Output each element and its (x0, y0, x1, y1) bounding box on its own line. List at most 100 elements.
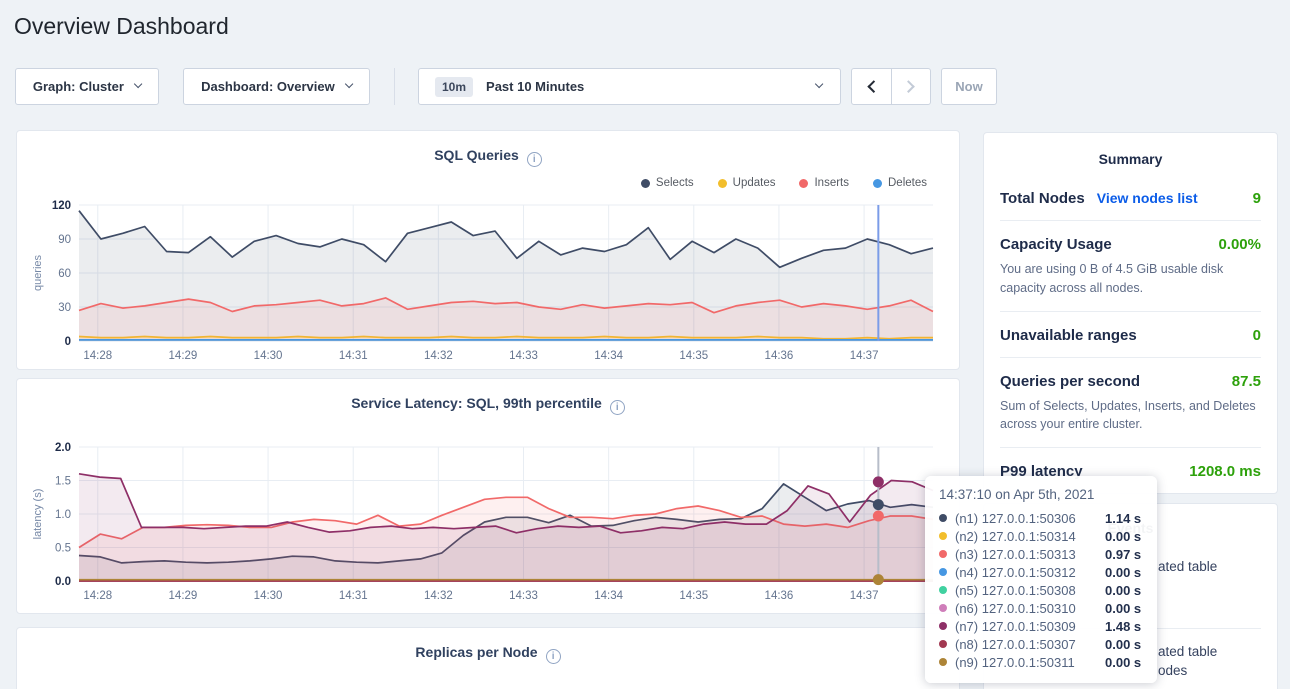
capacity-usage-description: You are using 0 B of 4.5 GiB usable disk… (1000, 260, 1261, 298)
legend-item-updates[interactable]: Updates (718, 177, 776, 189)
dashboard-dropdown[interactable]: Dashboard: Overview (183, 68, 370, 105)
graph-dropdown-label: Graph: Cluster (33, 79, 124, 94)
unavailable-ranges-value: 0 (1253, 327, 1261, 344)
tooltip-row-n8: (n8) 127.0.0.1:503070.00 s (939, 635, 1143, 653)
info-icon[interactable]: i (527, 152, 542, 167)
replicas-per-node-panel: Replicas per Nodei (16, 627, 960, 689)
time-range-dropdown[interactable]: 10m Past 10 Minutes (418, 68, 841, 105)
legend-item-selects[interactable]: Selects (641, 177, 694, 189)
now-button[interactable]: Now (941, 68, 997, 105)
svg-text:14:34: 14:34 (594, 350, 623, 362)
p99-latency-value: 1208.0 ms (1189, 463, 1261, 480)
legend-item-inserts[interactable]: Inserts (799, 177, 849, 189)
svg-text:14:32: 14:32 (424, 350, 453, 362)
svg-text:0: 0 (65, 336, 71, 348)
svg-text:14:31: 14:31 (339, 590, 368, 602)
svg-text:14:37: 14:37 (850, 590, 879, 602)
qps-value: 87.5 (1232, 373, 1261, 390)
svg-text:14:30: 14:30 (254, 590, 283, 602)
service-latency-panel: Service Latency: SQL, 99th percentilei 0… (16, 378, 960, 614)
chart-hover-tooltip: 14:37:10 on Apr 5th, 2021 (n1) 127.0.0.1… (925, 476, 1157, 683)
svg-text:14:29: 14:29 (169, 350, 198, 362)
chevron-down-icon (134, 80, 143, 89)
tooltip-timestamp: 14:37:10 on Apr 5th, 2021 (939, 487, 1143, 502)
svg-text:14:33: 14:33 (509, 350, 538, 362)
now-button-label: Now (955, 79, 982, 94)
toolbar-divider (394, 68, 395, 105)
time-back-button[interactable] (852, 69, 891, 104)
event-row[interactable]: ated table (1158, 559, 1217, 574)
tooltip-row-n1: (n1) 127.0.0.1:503061.14 s (939, 509, 1143, 527)
qps-description: Sum of Selects, Updates, Inserts, and De… (1000, 397, 1261, 435)
svg-text:1.0: 1.0 (55, 509, 71, 521)
page-title: Overview Dashboard (14, 13, 229, 40)
svg-text:1.5: 1.5 (55, 476, 71, 488)
svg-text:14:33: 14:33 (509, 590, 538, 602)
sql-queries-title: SQL Queriesi (17, 131, 959, 167)
node-dot-icon (939, 568, 947, 576)
overview-dashboard-page: Overview Dashboard Graph: Cluster Dashbo… (0, 0, 1290, 689)
time-range-badge: 10m (435, 77, 473, 97)
svg-text:14:28: 14:28 (83, 350, 112, 362)
chevron-left-icon (867, 80, 880, 93)
svg-text:14:36: 14:36 (765, 350, 794, 362)
capacity-usage-label: Capacity Usage (1000, 236, 1112, 253)
summary-title: Summary (1000, 133, 1261, 175)
deletes-dot-icon (873, 179, 882, 188)
graph-dropdown[interactable]: Graph: Cluster (15, 68, 159, 105)
node-dot-icon (939, 622, 947, 630)
node-dot-icon (939, 550, 947, 558)
chevron-right-icon (902, 80, 915, 93)
info-icon[interactable]: i (546, 649, 561, 664)
total-nodes-label: Total Nodes (1000, 190, 1085, 207)
service-latency-chart[interactable]: 0.00.51.01.52.014:2814:2914:3014:3114:32… (17, 433, 959, 612)
tooltip-row-n3: (n3) 127.0.0.1:503130.97 s (939, 545, 1143, 563)
updates-dot-icon (718, 179, 727, 188)
legend-item-deletes[interactable]: Deletes (873, 177, 927, 189)
info-icon[interactable]: i (610, 400, 625, 415)
tooltip-row-n9: (n9) 127.0.0.1:503110.00 s (939, 653, 1143, 671)
replicas-per-node-title: Replicas per Nodei (17, 628, 959, 664)
node-dot-icon (939, 658, 947, 666)
svg-text:14:35: 14:35 (679, 350, 708, 362)
node-dot-icon (939, 532, 947, 540)
svg-text:14:30: 14:30 (254, 350, 283, 362)
svg-text:60: 60 (58, 268, 71, 280)
view-nodes-list-link[interactable]: View nodes list (1097, 190, 1198, 206)
svg-text:14:32: 14:32 (424, 590, 453, 602)
summary-row-unavailable: Unavailable ranges 0 (1000, 312, 1261, 358)
time-forward-button[interactable] (891, 69, 930, 104)
unavailable-ranges-label: Unavailable ranges (1000, 327, 1137, 344)
svg-text:latency (s): latency (s) (32, 489, 44, 540)
event-row[interactable]: ated table (1158, 644, 1217, 659)
sql-queries-chart[interactable]: 030609012014:2814:2914:3014:3114:3214:33… (17, 191, 959, 372)
node-dot-icon (939, 514, 947, 522)
node-dot-icon (939, 604, 947, 612)
summary-row-capacity: Capacity Usage 0.00% You are using 0 B o… (1000, 221, 1261, 312)
svg-text:14:37: 14:37 (850, 350, 879, 362)
tooltip-row-n4: (n4) 127.0.0.1:503120.00 s (939, 563, 1143, 581)
capacity-usage-value: 0.00% (1218, 236, 1261, 253)
time-range-label: Past 10 Minutes (486, 79, 584, 94)
svg-text:14:35: 14:35 (679, 590, 708, 602)
svg-text:14:29: 14:29 (169, 590, 198, 602)
svg-text:14:34: 14:34 (594, 590, 623, 602)
qps-label: Queries per second (1000, 373, 1140, 390)
tooltip-row-n7: (n7) 127.0.0.1:503091.48 s (939, 617, 1143, 635)
chevron-down-icon (815, 80, 824, 89)
sql-queries-panel: SQL Queriesi Selects Updates Inserts Del… (16, 130, 960, 370)
svg-text:queries: queries (32, 254, 44, 291)
svg-text:120: 120 (52, 200, 71, 212)
node-dot-icon (939, 640, 947, 648)
summary-panel: Summary Total Nodes View nodes list 9 Ca… (983, 132, 1278, 494)
selects-dot-icon (641, 179, 650, 188)
svg-text:90: 90 (58, 234, 71, 246)
summary-row-qps: Queries per second 87.5 Sum of Selects, … (1000, 358, 1261, 449)
svg-text:0.0: 0.0 (55, 576, 71, 588)
svg-text:2.0: 2.0 (55, 442, 71, 454)
svg-text:14:36: 14:36 (765, 590, 794, 602)
dashboard-dropdown-label: Dashboard: Overview (201, 79, 335, 94)
summary-row-total-nodes: Total Nodes View nodes list 9 (1000, 175, 1261, 221)
svg-text:30: 30 (58, 302, 71, 314)
total-nodes-value: 9 (1253, 190, 1261, 207)
